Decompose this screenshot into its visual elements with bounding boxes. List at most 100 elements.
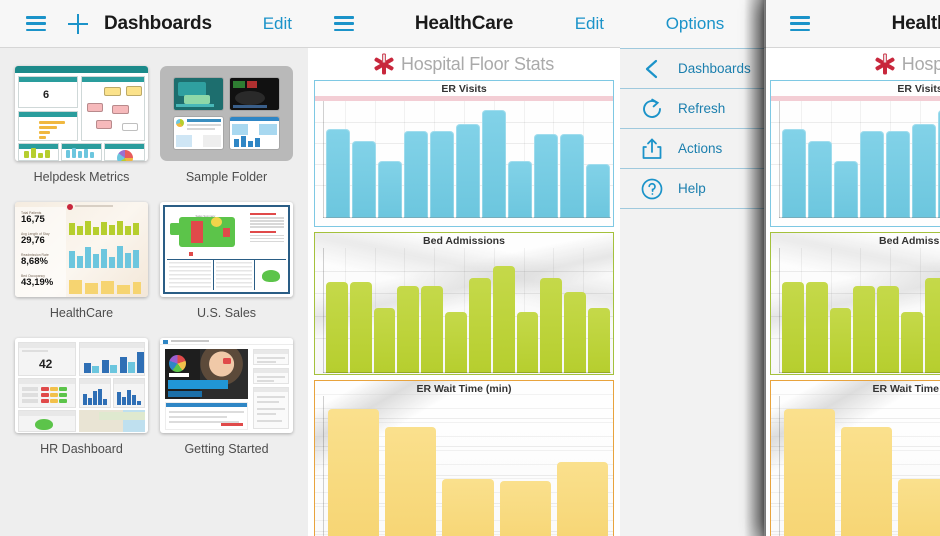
plus-icon[interactable]	[68, 13, 88, 34]
dashboard-brand-header-clipped: Hospital	[764, 48, 940, 80]
dashboards-panel: Dashboards Edit 6 Helpdesk Metrics Sampl…	[0, 0, 308, 536]
chart-bar	[326, 281, 348, 373]
chart-bar	[782, 129, 806, 218]
chart-bar	[508, 160, 532, 218]
dashboard-grid: 6 Helpdesk Metrics Sample Folder Total P…	[0, 48, 308, 474]
chart-plot-area-bed-admissions-clipped	[771, 248, 940, 373]
dashboard-brand-title: Hospital	[901, 53, 940, 74]
chart-card-bed-admissions[interactable]: Bed Admissions	[314, 232, 614, 375]
thumbnail-hr-dashboard: 42	[15, 338, 148, 433]
chart-bar	[860, 131, 884, 218]
chart-card-er-wait-time[interactable]: ER Wait Time (min)	[314, 380, 614, 536]
dashboard-tile-sample-folder[interactable]: Sample Folder	[159, 66, 294, 184]
dashboard-brand-header: Hospital Floor Stats	[308, 48, 620, 80]
chart-bars-er-visits	[315, 101, 613, 218]
question-mark-circle-icon	[640, 177, 664, 201]
chart-plot-area-er-visits-clipped	[771, 101, 940, 218]
refresh-circular-arrow-icon	[640, 97, 664, 121]
thumbnail-healthcare: Total Patients 16,75 Avg Length of Stay …	[15, 202, 148, 297]
chart-bar	[499, 480, 551, 536]
tile-label: Getting Started	[184, 442, 269, 456]
chart-plot-area-er-wait-time-clipped	[771, 396, 940, 536]
chart-bar	[482, 110, 506, 218]
chart-title: ER Wait Time (min)	[416, 383, 512, 395]
app-screenshot: Dashboards Edit 6 Helpdesk Metrics Sampl…	[0, 0, 940, 536]
thumb-kpi-value: 6	[43, 89, 50, 101]
dashboard-tile-hr-dashboard[interactable]: 42 HR Dashboard	[14, 338, 149, 456]
chart-bar	[534, 133, 558, 218]
chart-bar	[352, 140, 376, 218]
chart-bar	[924, 278, 940, 373]
chart-bar	[886, 131, 910, 218]
thumb-kpi-value: 29,76	[21, 235, 45, 246]
chart-bar	[841, 427, 893, 536]
hamburger-menu-icon[interactable]	[790, 16, 810, 31]
chart-bar	[564, 291, 587, 373]
chart-bars-bed-admissions-clipped	[771, 248, 940, 373]
thumbnail-helpdesk-metrics: 6	[15, 66, 148, 161]
option-item-help[interactable]: Help	[620, 169, 770, 209]
chart-bars-er-visits-clipped	[771, 101, 940, 218]
option-label: Actions	[678, 141, 723, 156]
chart-bar	[853, 285, 876, 373]
chart-bar	[898, 479, 940, 536]
chart-bar	[445, 311, 467, 373]
thumb-kpi-value: 16,75	[21, 214, 45, 225]
tile-label: U.S. Sales	[196, 306, 257, 320]
chart-bar	[877, 285, 900, 373]
chart-bar	[385, 427, 437, 536]
dashboards-navbar: Dashboards Edit	[0, 0, 308, 48]
chevron-left-icon	[640, 57, 664, 81]
chart-title: Bed Admissions	[423, 235, 505, 247]
dashboard-tile-healthcare[interactable]: Total Patients 16,75 Avg Length of Stay …	[14, 202, 149, 320]
tile-label: Helpdesk Metrics	[33, 170, 130, 184]
chart-bars-er-wait-time-clipped	[771, 396, 940, 536]
options-header: Options	[620, 0, 770, 48]
chart-card-bed-admissions-clipped[interactable]: Bed Admissions	[770, 232, 940, 375]
chart-bars-er-wait-time	[315, 396, 613, 536]
chart-bar	[834, 160, 858, 218]
thumbnail-sample-folder	[160, 66, 293, 161]
chart-bar	[901, 311, 923, 373]
chart-bar	[829, 308, 852, 373]
hamburger-menu-icon[interactable]	[26, 16, 46, 31]
chart-bar	[808, 140, 832, 218]
chart-bar	[560, 133, 584, 218]
option-item-refresh[interactable]: Refresh	[620, 89, 770, 129]
page-title: Dashboards	[104, 12, 212, 34]
tile-label: HealthCare	[49, 306, 114, 320]
chart-bar	[586, 164, 610, 218]
chart-plot-area-er-visits	[315, 101, 613, 218]
edit-button[interactable]: Edit	[575, 14, 604, 34]
healthcare-navbar-clipped: Health	[764, 0, 940, 48]
dashboard-tile-getting-started[interactable]: Getting Started	[159, 338, 294, 456]
chart-title: ER Visits	[897, 83, 940, 95]
chart-bar	[540, 278, 563, 373]
chart-card-er-wait-time-clipped[interactable]: ER Wait Time (min)	[770, 380, 940, 536]
chart-card-er-visits-clipped[interactable]: ER Visits	[770, 80, 940, 227]
healthcare-dashboard-panel-clipped: Health Hospital ER Visits	[764, 0, 940, 536]
medical-star-of-life-icon	[875, 53, 895, 75]
thumbnail-getting-started	[160, 338, 293, 433]
chart-bar	[397, 285, 420, 373]
dashboard-tile-helpdesk-metrics[interactable]: 6 Helpdesk Metrics	[14, 66, 149, 184]
chart-bar	[421, 285, 444, 373]
chart-title: ER Visits	[441, 83, 487, 95]
edit-button[interactable]: Edit	[263, 14, 292, 34]
dashboard-tile-us-sales[interactable]: Sales Summary U.S. Sales	[159, 202, 294, 320]
option-item-dashboards[interactable]: Dashboards	[620, 49, 770, 89]
chart-accent-bar	[315, 96, 613, 101]
chart-bar	[456, 124, 480, 218]
tile-label: HR Dashboard	[40, 442, 123, 456]
healthcare-navbar: HealthCare Edit	[308, 0, 620, 48]
chart-title: Bed Admissions	[879, 235, 940, 247]
options-panel: Options Dashboards Refresh Actions Help	[620, 0, 770, 536]
option-item-actions[interactable]: Actions	[620, 129, 770, 169]
thumb-kpi-value: 43,19%	[21, 277, 54, 288]
option-label: Dashboards	[678, 61, 751, 76]
medical-star-of-life-icon	[374, 53, 394, 75]
chart-card-er-visits[interactable]: ER Visits	[314, 80, 614, 227]
chart-bar	[328, 408, 380, 536]
hamburger-menu-icon[interactable]	[334, 16, 354, 31]
chart-bar	[588, 308, 610, 373]
